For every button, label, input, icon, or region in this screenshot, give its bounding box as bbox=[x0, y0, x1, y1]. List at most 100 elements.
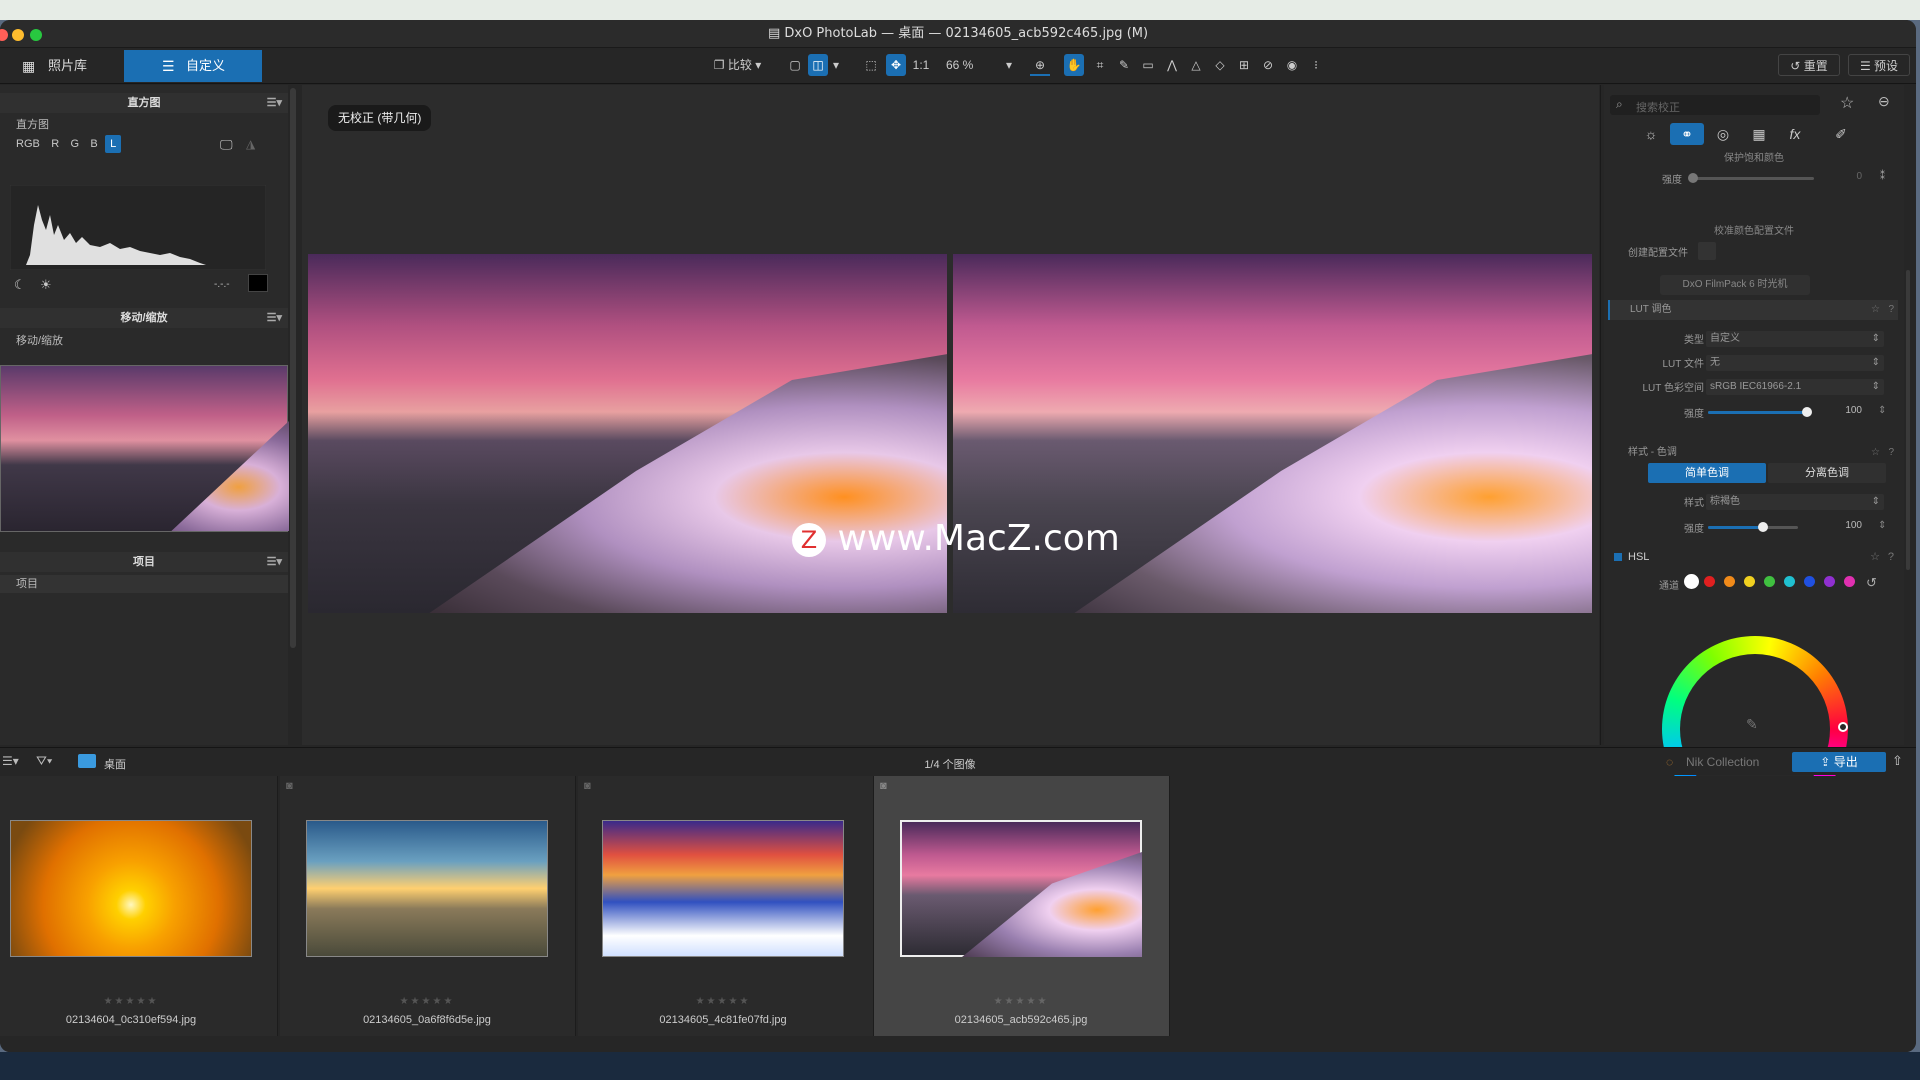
hsl-favorite-icon[interactable]: ☆ bbox=[1870, 547, 1880, 567]
reset-button[interactable]: ↺ 重置 bbox=[1778, 54, 1840, 76]
move-tool-button[interactable]: ✥ bbox=[886, 54, 906, 76]
highlight-clip-icon[interactable]: ☀ bbox=[40, 277, 52, 293]
shadow-clip-icon[interactable]: ☾ bbox=[14, 277, 26, 293]
clipping-icon[interactable]: ◮ bbox=[246, 137, 255, 151]
repair-tool-button[interactable]: ⊘ bbox=[1258, 54, 1278, 76]
style-strength-stepper[interactable]: ⇕ bbox=[1878, 520, 1886, 531]
left-panel-scrollbar[interactable] bbox=[290, 88, 296, 648]
projects-menu-icon[interactable]: ☰▾ bbox=[267, 552, 282, 572]
tab-library[interactable]: ▦ 照片库 bbox=[0, 50, 122, 82]
channel-b[interactable]: B bbox=[86, 135, 101, 153]
thumb-1[interactable]: ◙ ★★★★★ 02134605_0a6f8f6d5e.jpg bbox=[280, 776, 576, 1036]
hsl-channel-magenta[interactable] bbox=[1844, 576, 1855, 587]
style-select[interactable]: 棕褐色 ⇕ bbox=[1706, 494, 1884, 510]
lut-strength-value[interactable]: 100 bbox=[1822, 405, 1862, 416]
preset-button[interactable]: ☰ 预设 bbox=[1848, 54, 1910, 76]
thumb-stars-0[interactable]: ★★★★★ bbox=[0, 996, 262, 1007]
perspective-rect-button[interactable]: △ bbox=[1186, 54, 1206, 76]
projects-item[interactable]: 项目 bbox=[0, 575, 288, 593]
filmpack-button[interactable]: DxO FilmPack 6 时光机 bbox=[1660, 275, 1810, 295]
hsl-channel-orange[interactable] bbox=[1724, 576, 1735, 587]
hsl-help-icon[interactable]: ? bbox=[1888, 547, 1894, 567]
auto-wand-icon[interactable]: ⁑ bbox=[1880, 171, 1885, 182]
style-strength-knob[interactable] bbox=[1758, 522, 1768, 532]
hsl-channel-green[interactable] bbox=[1764, 576, 1775, 587]
thumb-stars-3[interactable]: ★★★★★ bbox=[890, 996, 1152, 1007]
lut-help-icon[interactable]: ? bbox=[1888, 300, 1894, 320]
toggle-icon[interactable]: ⊖ bbox=[1878, 93, 1890, 110]
lut-strength-stepper[interactable]: ⇕ bbox=[1878, 405, 1886, 416]
lut-type-select[interactable]: 自定义 ⇕ bbox=[1706, 331, 1884, 347]
maximize-window-button[interactable] bbox=[30, 29, 42, 41]
channel-rgb[interactable]: RGB bbox=[12, 135, 44, 153]
one-to-one-button[interactable]: 1:1 bbox=[910, 54, 932, 76]
search-box[interactable]: ⌕ 搜索校正 bbox=[1610, 95, 1820, 115]
star-filter-icon[interactable]: ☆ bbox=[1840, 93, 1854, 113]
protect-strength-slider[interactable] bbox=[1692, 177, 1814, 180]
style-header[interactable]: 样式 - 色调 ☆ ? bbox=[1608, 443, 1898, 463]
hsl-channel-red[interactable] bbox=[1704, 576, 1715, 587]
after-image[interactable] bbox=[953, 254, 1592, 613]
hand-tool-button[interactable]: ✋ bbox=[1064, 54, 1084, 76]
crop-tool-button[interactable]: ⌗ bbox=[1090, 54, 1110, 76]
preview-toggle-button[interactable]: ◉ bbox=[1282, 54, 1302, 76]
export-button[interactable]: ⇪ 导出 bbox=[1792, 752, 1886, 772]
horizon-tool-button[interactable]: ▭ bbox=[1138, 54, 1158, 76]
share-icon[interactable]: ⇧ bbox=[1892, 753, 1903, 769]
fit-button[interactable]: ⬚ bbox=[862, 54, 880, 76]
compare-button[interactable]: ❐ 比较 ▾ bbox=[705, 54, 770, 76]
style-strength-value[interactable]: 100 bbox=[1822, 520, 1862, 531]
detail-palette-icon[interactable]: ◎ bbox=[1706, 123, 1740, 145]
brush-palette-icon[interactable]: ✐ bbox=[1824, 123, 1858, 145]
hsl-channel-all[interactable] bbox=[1684, 574, 1699, 589]
before-image[interactable] bbox=[308, 254, 947, 613]
simple-tone-button[interactable]: 简单色调 bbox=[1648, 463, 1766, 483]
single-view-button[interactable]: ▢ bbox=[786, 54, 804, 76]
hsl-wheel-handle[interactable] bbox=[1838, 722, 1848, 732]
perspective-8pt-button[interactable]: ◇ bbox=[1210, 54, 1230, 76]
minimize-window-button[interactable] bbox=[12, 29, 24, 41]
thumb-stars-2[interactable]: ★★★★★ bbox=[592, 996, 854, 1007]
nik-button[interactable]: ◌ Nik Collection bbox=[1660, 752, 1780, 772]
navigator-preview[interactable] bbox=[0, 365, 289, 532]
sort-menu-icon[interactable]: ☰▾ bbox=[2, 754, 19, 768]
split-tone-button[interactable]: 分离色调 bbox=[1768, 463, 1886, 483]
hsl-enable-checkbox[interactable] bbox=[1614, 553, 1622, 561]
create-profile-button[interactable] bbox=[1698, 242, 1716, 260]
lut-space-select[interactable]: sRGB IEC61966-2.1 ⇕ bbox=[1706, 379, 1884, 395]
hsl-channel-cyan[interactable] bbox=[1784, 576, 1795, 587]
hsl-header[interactable]: HSL ☆ ? bbox=[1608, 547, 1898, 567]
hsl-reset-icon[interactable]: ↺ bbox=[1866, 575, 1877, 591]
light-palette-icon[interactable]: ☼ bbox=[1634, 123, 1668, 145]
color-palette-icon[interactable]: ⚭ bbox=[1670, 123, 1704, 145]
local-adjust-button[interactable]: ⊞ bbox=[1234, 54, 1254, 76]
thumb-0[interactable]: ◙ ★★★★★ 02134604_0c310ef594.jpg bbox=[0, 776, 278, 1036]
channel-l[interactable]: L bbox=[105, 135, 122, 153]
hsl-channel-blue[interactable] bbox=[1804, 576, 1815, 587]
protect-strength-knob[interactable] bbox=[1688, 173, 1698, 183]
close-window-button[interactable] bbox=[0, 29, 8, 41]
filter-icon[interactable]: ⛛▾ bbox=[36, 753, 52, 769]
hsl-channel-purple[interactable] bbox=[1824, 576, 1835, 587]
split-view-dropdown[interactable]: ▾ bbox=[830, 54, 842, 76]
grid-overlay-button[interactable]: ⁝ bbox=[1306, 54, 1326, 76]
move-zoom-menu-icon[interactable]: ☰▾ bbox=[267, 308, 282, 328]
split-view-button[interactable]: ◫ bbox=[808, 54, 828, 76]
folder-name[interactable]: 桌面 bbox=[104, 756, 126, 772]
lut-favorite-icon[interactable]: ☆ bbox=[1871, 300, 1880, 320]
hsl-channel-yellow[interactable] bbox=[1744, 576, 1755, 587]
picker-tool-button[interactable]: ✎ bbox=[1114, 54, 1134, 76]
lut-file-select[interactable]: 无 ⇕ bbox=[1706, 355, 1884, 371]
geometry-palette-icon[interactable]: ▦ bbox=[1742, 123, 1776, 145]
style-favorite-icon[interactable]: ☆ bbox=[1871, 443, 1880, 463]
histogram-menu-icon[interactable]: ☰▾ bbox=[267, 93, 282, 113]
effects-palette-icon[interactable]: fx bbox=[1778, 123, 1812, 145]
channel-g[interactable]: G bbox=[66, 135, 83, 153]
hsl-eyedropper-icon[interactable]: ✎ bbox=[1746, 716, 1758, 733]
lut-strength-knob[interactable] bbox=[1802, 407, 1812, 417]
protect-strength-value[interactable]: 0 bbox=[1822, 171, 1862, 182]
right-panel-scrollbar[interactable] bbox=[1906, 270, 1910, 570]
lut-header[interactable]: LUT 调色 ☆ ? bbox=[1608, 300, 1898, 320]
style-help-icon[interactable]: ? bbox=[1888, 443, 1894, 463]
monitor-icon[interactable]: 🖵 bbox=[220, 137, 233, 153]
